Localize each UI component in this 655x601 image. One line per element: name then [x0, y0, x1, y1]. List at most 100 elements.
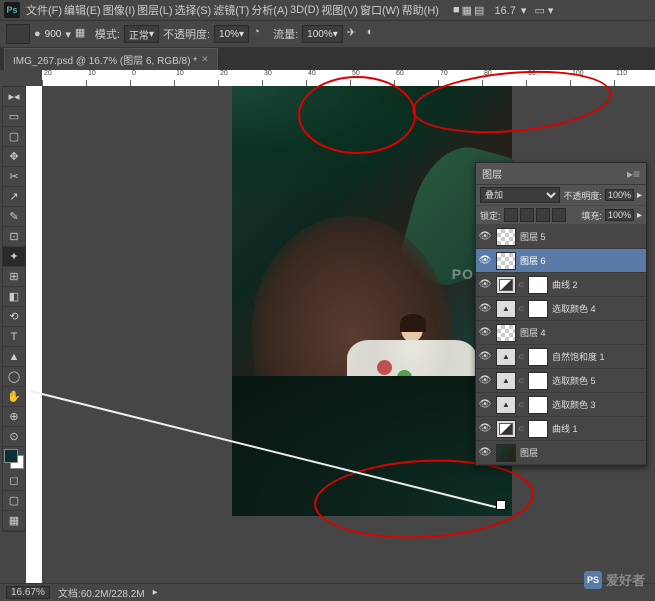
menu-select[interactable]: 选择(S)	[175, 2, 212, 18]
panel-title: 图层	[482, 166, 502, 181]
menu-image[interactable]: 图像(I)	[103, 2, 135, 18]
layer-name: 选取颜色 5	[550, 374, 646, 387]
layer-name: 图层 4	[518, 326, 646, 339]
menu-bar: Ps 文件(F) 编辑(E) 图像(I) 图层(L) 选择(S) 滤镜(T) 分…	[0, 0, 655, 20]
menu-edit[interactable]: 编辑(E)	[64, 2, 101, 18]
tool-mode-button[interactable]: ▦	[3, 511, 25, 531]
airbrush-icon[interactable]: ✈	[347, 26, 363, 42]
layer-row[interactable]: 👁 图层 5	[476, 225, 646, 249]
tool-button[interactable]: ⊙	[3, 427, 25, 447]
visibility-icon[interactable]: 👁	[476, 399, 494, 410]
layer-name: 曲线 1	[550, 422, 646, 435]
mode-select[interactable]: 正常 ▾	[124, 25, 159, 43]
layer-row[interactable]: 👁⊂曲线 1	[476, 417, 646, 441]
tool-button[interactable]: ⊕	[3, 407, 25, 427]
panel-menu-icon[interactable]: ▸≡	[627, 167, 640, 181]
lock-pixels-icon[interactable]	[520, 208, 534, 222]
lock-all-icon[interactable]	[552, 208, 566, 222]
tablet-opacity-icon[interactable]: ◔	[253, 26, 269, 42]
visibility-icon[interactable]: 👁	[476, 231, 494, 242]
visibility-icon[interactable]: 👁	[476, 447, 494, 458]
layers-panel: 图层 ▸≡ 叠加 不透明度: 100%▸ 锁定: 填充: 100%▸ 👁图层 5…	[475, 162, 647, 466]
layer-row[interactable]: 👁▲⊂选取颜色 3	[476, 393, 646, 417]
tool-button[interactable]: ✦	[3, 247, 25, 267]
menu-help[interactable]: 帮助(H)	[402, 2, 439, 18]
layer-name: 选取颜色 4	[550, 302, 646, 315]
color-swatch[interactable]	[4, 449, 24, 469]
tool-mode-button[interactable]: ◻	[3, 471, 25, 491]
horizontal-ruler: 20100102030405060708090100110120130	[42, 70, 655, 86]
layer-list: 👁图层 5👁图层 6👁⊂曲线 2👁▲⊂选取颜色 4👁图层 4👁▲⊂自然饱和度 1…	[476, 225, 646, 465]
menu-window[interactable]: 窗口(W)	[360, 2, 400, 18]
tool-mode-button[interactable]: ▢	[3, 491, 25, 511]
menu-3d[interactable]: 3D(D)	[290, 4, 319, 16]
close-icon[interactable]: ✕	[201, 54, 209, 65]
brush-dot-icon[interactable]: ●	[34, 28, 41, 40]
brush-size[interactable]: 900	[45, 29, 62, 40]
menu-file[interactable]: 文件(F)	[26, 2, 62, 18]
brush-panel-icon[interactable]: ▦	[75, 26, 91, 42]
tool-button[interactable]: ↗	[3, 187, 25, 207]
tool-button[interactable]: T	[3, 327, 25, 347]
tool-button[interactable]: ⟲	[3, 307, 25, 327]
layer-row[interactable]: 👁▲⊂选取颜色 4	[476, 297, 646, 321]
visibility-icon[interactable]: 👁	[476, 327, 494, 338]
document-tab[interactable]: IMG_267.psd @ 16.7% (图层 6, RGB/8) * ✕	[4, 48, 218, 70]
toolbox: ▸◂ ▭▢✥✂↗✎⊡✦⊞◧⟲T▲◯✋⊕⊙◻▢▦	[2, 86, 26, 532]
options-bar: ● 900 ▾ ▦ 模式: 正常 ▾ 不透明度: 10% ▾ ◔ 流量: 100…	[0, 20, 655, 48]
tool-button[interactable]: ✥	[3, 147, 25, 167]
visibility-icon[interactable]: 👁	[476, 351, 494, 362]
layer-name: 图层	[518, 446, 646, 459]
status-bar: 16.67% 文档:60.2M/228.2M ▸	[0, 583, 655, 601]
vertical-ruler	[26, 86, 42, 583]
layer-name: 自然饱和度 1	[550, 350, 646, 363]
tool-button[interactable]: ◯	[3, 367, 25, 387]
fill-value[interactable]: 100%	[605, 209, 634, 221]
opacity-label: 不透明度:	[163, 26, 210, 42]
tablet-size-icon[interactable]: ◐	[367, 26, 383, 42]
layer-row[interactable]: 👁▲⊂自然饱和度 1	[476, 345, 646, 369]
status-menu-icon[interactable]: ▸	[153, 587, 158, 598]
layer-row[interactable]: 👁 图层 4	[476, 321, 646, 345]
layer-row[interactable]: 👁▲⊂选取颜色 5	[476, 369, 646, 393]
tool-button[interactable]: ✋	[3, 387, 25, 407]
lock-label: 锁定:	[480, 209, 501, 222]
tool-button[interactable]: ▲	[3, 347, 25, 367]
zoom-field[interactable]: 16.67%	[6, 586, 50, 599]
layer-row[interactable]: 👁 图层	[476, 441, 646, 465]
layer-name: 图层 5	[518, 230, 646, 243]
lock-position-icon[interactable]	[536, 208, 550, 222]
tool-button[interactable]: ✎	[3, 207, 25, 227]
blend-mode-select[interactable]: 叠加	[480, 187, 560, 203]
menu-view[interactable]: 视图(V)	[321, 2, 358, 18]
layer-row[interactable]: 👁⊂曲线 2	[476, 273, 646, 297]
menu-analysis[interactable]: 分析(A)	[251, 2, 288, 18]
layer-opacity-value[interactable]: 100%	[605, 189, 634, 201]
document-tab-bar: IMG_267.psd @ 16.7% (图层 6, RGB/8) * ✕	[0, 48, 655, 70]
visibility-icon[interactable]: 👁	[476, 423, 494, 434]
visibility-icon[interactable]: 👁	[476, 279, 494, 290]
tool-button[interactable]: ▭	[3, 107, 25, 127]
tool-button[interactable]: ⊡	[3, 227, 25, 247]
tool-button[interactable]: ⊞	[3, 267, 25, 287]
visibility-icon[interactable]: 👁	[476, 303, 494, 314]
lock-transparent-icon[interactable]	[504, 208, 518, 222]
tool-button[interactable]: ▢	[3, 127, 25, 147]
layer-row[interactable]: 👁图层 6	[476, 249, 646, 273]
flow-value[interactable]: 100% ▾	[302, 25, 343, 43]
visibility-icon[interactable]: 👁	[476, 255, 494, 266]
doc-size: 文档:60.2M/228.2M	[58, 585, 145, 600]
handle-icon[interactable]: ▸◂	[3, 87, 25, 107]
tool-button[interactable]: ✂	[3, 167, 25, 187]
opacity-label: 不透明度:	[563, 189, 602, 202]
layer-name: 选取颜色 3	[550, 398, 646, 411]
visibility-icon[interactable]: 👁	[476, 375, 494, 386]
brush-preset-icon[interactable]	[6, 24, 30, 44]
menu-layer[interactable]: 图层(L)	[137, 2, 172, 18]
zoom-combo[interactable]: 16.7 ▾	[494, 4, 526, 17]
tool-button[interactable]: ◧	[3, 287, 25, 307]
menu-filter[interactable]: 滤镜(T)	[213, 2, 249, 18]
annotation-handle[interactable]	[496, 500, 506, 510]
image-foliage-bottom	[232, 376, 512, 516]
opacity-value[interactable]: 10% ▾	[214, 25, 249, 43]
